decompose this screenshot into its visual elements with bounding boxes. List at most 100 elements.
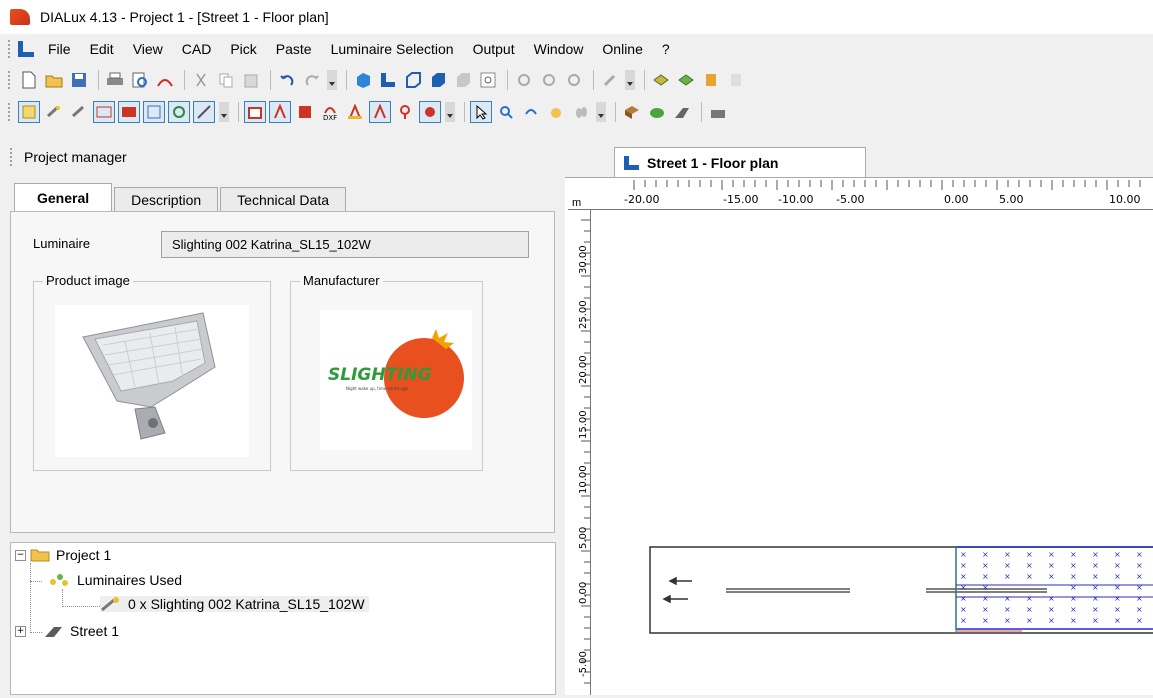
toolbar-overflow-dropdown[interactable] (219, 102, 229, 122)
save-icon[interactable] (68, 69, 90, 91)
toolbar-grip[interactable] (8, 103, 12, 121)
menu-window[interactable]: Window (534, 41, 584, 57)
menu-help[interactable]: ? (662, 41, 670, 57)
svg-text:×: × (1114, 550, 1121, 559)
rotate-icon[interactable] (538, 69, 560, 91)
tab-technical-data[interactable]: Technical Data (220, 187, 346, 211)
ruler-v-label: 10.00 (578, 465, 589, 494)
select-luminaire-icon[interactable] (18, 101, 40, 123)
tree-icon[interactable] (646, 101, 668, 123)
menu-grip[interactable] (8, 40, 12, 58)
street-outline (649, 546, 1153, 634)
panel-grip[interactable] (10, 148, 14, 166)
toolbar-grip[interactable] (8, 71, 12, 89)
ruler-v-label: 20.00 (578, 355, 589, 384)
pointer-icon[interactable] (470, 101, 492, 123)
field-arrangement-icon[interactable] (93, 101, 115, 123)
align-icon[interactable] (193, 101, 215, 123)
menu-online[interactable]: Online (602, 41, 642, 57)
svg-text:×: × (960, 550, 967, 559)
svg-text:×: × (982, 594, 989, 603)
calc-all-icon[interactable] (675, 69, 697, 91)
tree-item-luminaire[interactable]: 0 x Slighting 002 Katrina_SL15_102W (100, 596, 369, 612)
tab-general[interactable]: General (14, 183, 113, 211)
tree-item-street[interactable]: + Street 1 (15, 623, 119, 639)
calc-surface-icon[interactable] (244, 101, 266, 123)
collapse-toggle[interactable]: − (15, 549, 26, 561)
observer-icon[interactable] (344, 101, 366, 123)
pdf-icon[interactable] (154, 69, 176, 91)
insert-arrangement-icon[interactable] (68, 101, 90, 123)
svg-text:×: × (1070, 550, 1077, 559)
toolbar-overflow-dropdown[interactable] (596, 102, 606, 122)
svg-text:×: × (1070, 594, 1077, 603)
undo-icon[interactable] (276, 69, 298, 91)
street-drawing: × × × × × × × × × × × × × × × × × × × × × × × × × × × × × × × × × × × ×… (649, 546, 1153, 634)
menu-cad[interactable]: CAD (182, 41, 212, 57)
insert-luminaire-icon[interactable] (43, 101, 65, 123)
floor-plan-icon[interactable] (377, 69, 399, 91)
tool-icon[interactable] (599, 69, 621, 91)
print-icon[interactable] (104, 69, 126, 91)
folder-icon[interactable] (700, 69, 722, 91)
side-view-icon[interactable] (427, 69, 449, 91)
calc-icon[interactable] (650, 69, 672, 91)
new-icon[interactable] (18, 69, 40, 91)
toolbar-overflow-dropdown[interactable] (327, 70, 337, 90)
menu-luminaire-selection[interactable]: Luminaire Selection (331, 41, 454, 57)
select-icon[interactable] (563, 69, 585, 91)
isolux-icon[interactable] (419, 101, 441, 123)
calc-grid-icon[interactable] (269, 101, 291, 123)
object-icon[interactable] (621, 101, 643, 123)
menu-file[interactable]: File (48, 41, 71, 57)
redo-icon[interactable] (301, 69, 323, 91)
expand-toggle[interactable]: + (15, 625, 26, 637)
floor-plan-canvas[interactable]: × × × × × × × × × × × × × × × × × × × × × × × × × × × × × × × × × × × ×… (592, 211, 1153, 695)
view-3d-icon[interactable] (352, 69, 374, 91)
separator (593, 70, 594, 90)
dxf-icon[interactable]: DXF (319, 101, 341, 123)
svg-text:×: × (982, 550, 989, 559)
svg-text:DXF: DXF (323, 114, 337, 121)
front-view-icon[interactable] (402, 69, 424, 91)
svg-text:×: × (1136, 616, 1143, 625)
toolbar-overflow-dropdown[interactable] (625, 70, 635, 90)
pan-icon[interactable] (545, 101, 567, 123)
tree-item-luminaires-used[interactable]: Luminaires Used (47, 572, 182, 588)
print-preview-icon[interactable] (129, 69, 151, 91)
menu-paste[interactable]: Paste (276, 41, 312, 57)
toolbar-overflow-dropdown[interactable] (445, 102, 455, 122)
view-icon[interactable] (452, 69, 474, 91)
street-icon[interactable] (671, 101, 693, 123)
menu-pick[interactable]: Pick (230, 41, 256, 57)
ruler-v-label: 15.00 (578, 410, 589, 439)
folder-icon (30, 548, 50, 562)
menu-view[interactable]: View (133, 41, 163, 57)
point-arrangement-icon[interactable] (168, 101, 190, 123)
report-icon[interactable] (725, 69, 747, 91)
svg-text:×: × (1004, 550, 1011, 559)
tree-item-project[interactable]: − Project 1 (15, 547, 111, 563)
zoom-icon[interactable] (495, 101, 517, 123)
wall-icon[interactable] (707, 101, 729, 123)
link-icon[interactable] (513, 69, 535, 91)
svg-text:×: × (960, 561, 967, 570)
grid-icon[interactable] (369, 101, 391, 123)
circle-arrangement-icon[interactable] (143, 101, 165, 123)
paste-icon[interactable] (240, 69, 262, 91)
document-tab-floor-plan[interactable]: Street 1 - Floor plan (614, 147, 866, 177)
open-icon[interactable] (43, 69, 65, 91)
point-icon[interactable] (394, 101, 416, 123)
tab-description[interactable]: Description (114, 187, 219, 211)
measure-icon[interactable] (294, 101, 316, 123)
floor-plan-logo-icon[interactable] (18, 41, 34, 57)
menu-output[interactable]: Output (473, 41, 515, 57)
copy-icon[interactable] (215, 69, 237, 91)
walk-icon[interactable] (570, 101, 592, 123)
cut-icon[interactable] (190, 69, 212, 91)
zoom-window-icon[interactable] (477, 69, 499, 91)
luminaire-field[interactable]: Slighting 002 Katrina_SL15_102W (161, 231, 529, 258)
menu-edit[interactable]: Edit (90, 41, 114, 57)
line-arrangement-icon[interactable] (118, 101, 140, 123)
rotate-view-icon[interactable] (520, 101, 542, 123)
